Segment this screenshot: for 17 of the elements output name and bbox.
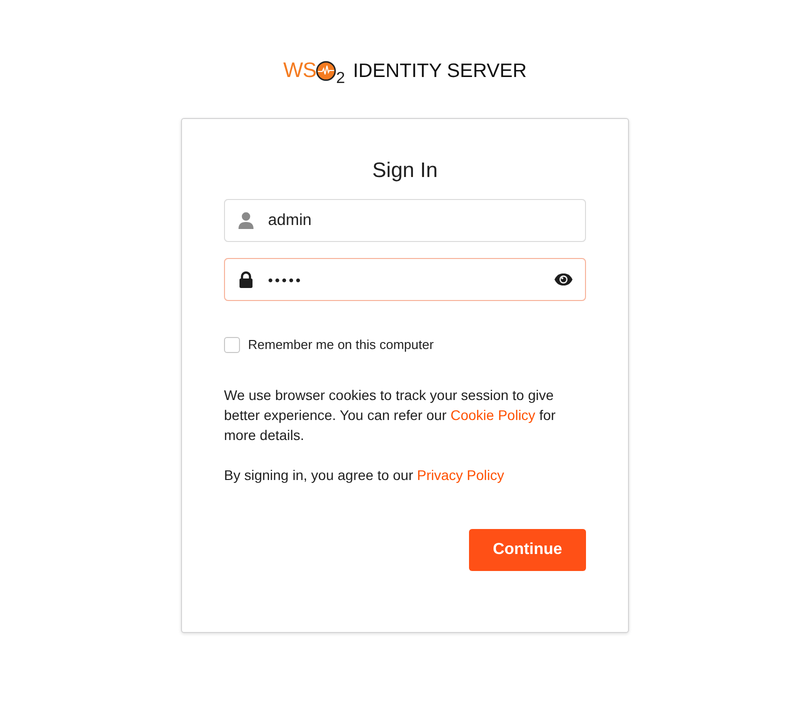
privacy-policy-link[interactable]: Privacy Policy: [417, 467, 504, 483]
lock-icon: [238, 271, 254, 288]
username-field[interactable]: admin: [224, 199, 586, 242]
terms-text: By signing in, you agree to our Privacy Policy: [224, 466, 506, 485]
user-icon: [238, 212, 254, 229]
continue-button[interactable]: Continue: [469, 529, 586, 571]
logo-subscript: 2: [336, 71, 345, 87]
product-name: IDENTITY SERVER: [352, 59, 527, 84]
logo-text: WS: [283, 58, 316, 84]
eye-icon[interactable]: [554, 273, 573, 286]
password-field[interactable]: •••••: [224, 258, 586, 301]
cookie-policy-link[interactable]: Cookie Policy: [450, 407, 536, 423]
pulse-circle-icon: [316, 61, 336, 81]
cookie-notice-text: We use browser cookies to track your session to give better experience. You can refer our Cookie Policy for more details.: [224, 386, 557, 445]
sign-in-title: Sign In: [371, 158, 439, 184]
remember-label: Remember me on this computer: [248, 336, 434, 353]
remember-checkbox[interactable]: [224, 336, 240, 352]
